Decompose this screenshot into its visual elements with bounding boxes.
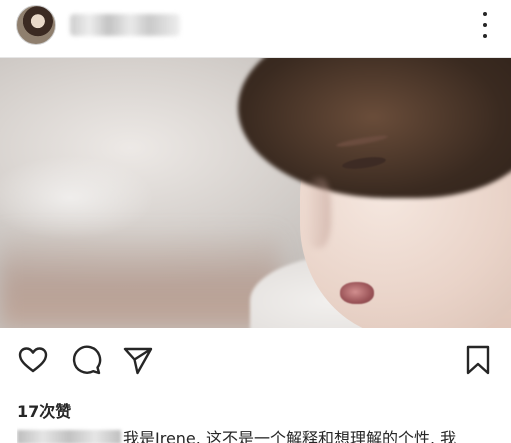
caption-username-redacted[interactable]: [17, 430, 121, 443]
dot: [483, 23, 487, 27]
photo-lips: [340, 282, 374, 304]
instagram-post: 17次赞 我是Irene. 这不是一个解释和想理解的个性. 我: [0, 0, 511, 443]
post-header: [0, 0, 511, 58]
bookmark-icon[interactable]: [462, 344, 494, 376]
post-photo[interactable]: [0, 58, 511, 328]
dot: [483, 12, 487, 16]
paper-plane-icon[interactable]: [122, 344, 154, 376]
photo-hair: [238, 58, 511, 198]
comment-bubble-icon[interactable]: [70, 344, 102, 376]
more-options-icon[interactable]: [481, 12, 489, 38]
username-redacted[interactable]: [70, 14, 180, 36]
heart-icon[interactable]: [17, 344, 49, 376]
dot: [483, 34, 487, 38]
likes-count[interactable]: 17次赞: [17, 398, 71, 422]
photo-nose: [305, 178, 331, 248]
caption-text: 我是Irene. 这不是一个解释和想理解的个性. 我: [123, 429, 457, 443]
caption: 我是Irene. 这不是一个解释和想理解的个性. 我: [17, 425, 511, 443]
action-bar: [0, 328, 511, 392]
avatar[interactable]: [16, 5, 56, 45]
photo-blur-region: [0, 228, 280, 328]
